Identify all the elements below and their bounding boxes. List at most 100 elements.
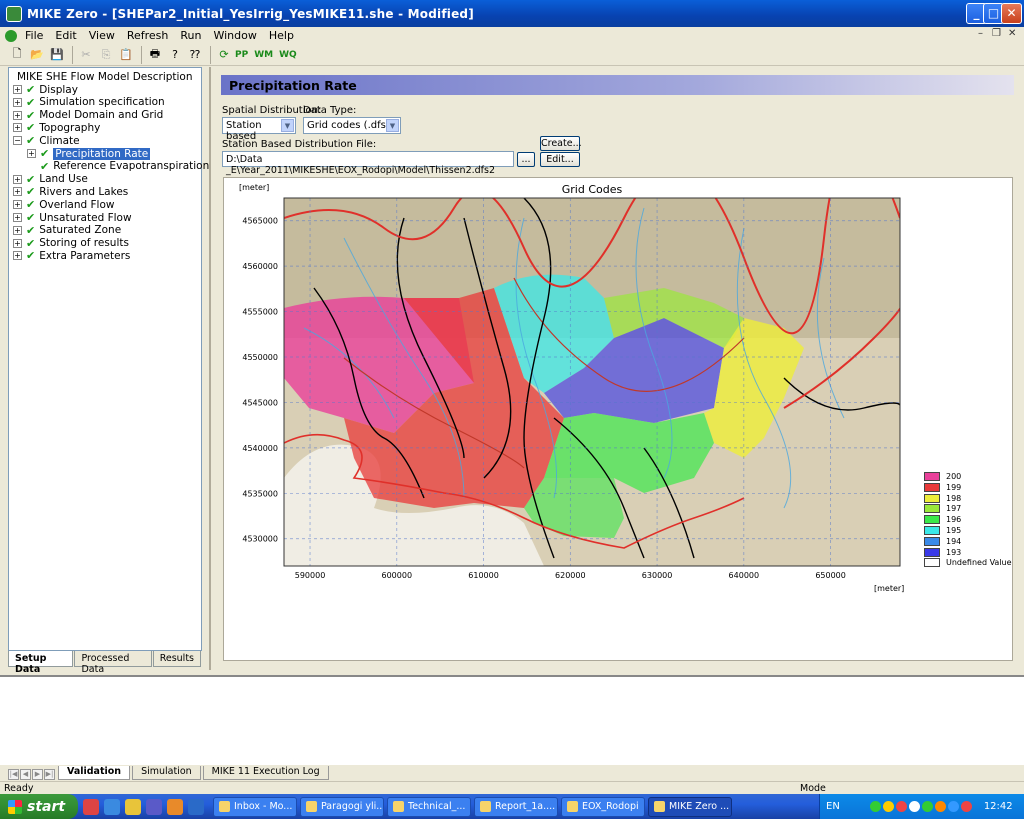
expand-icon[interactable]: + (13, 213, 22, 222)
tree-item[interactable]: + ✔ Topography (13, 121, 100, 134)
context-help-icon[interactable]: ⁇ (186, 46, 204, 64)
tree-item[interactable]: + ✔ Extra Parameters (13, 249, 130, 262)
y-tick-label: 4550000 (242, 353, 278, 362)
tab-validation[interactable]: Validation (58, 766, 131, 780)
expand-icon[interactable]: + (13, 225, 22, 235)
expand-icon[interactable]: + (13, 123, 22, 133)
y-tick-label: 4555000 (242, 308, 278, 317)
close-button[interactable]: ✕ (1001, 3, 1022, 24)
expand-icon[interactable]: + (13, 187, 22, 197)
tree-root[interactable]: MIKE SHE Flow Model Description (17, 70, 193, 83)
document-icon[interactable] (5, 29, 17, 42)
taskbar-button[interactable]: Report_1a.... (474, 796, 558, 817)
chart-legend: 200 199 198 197 196 195 194 193 Undefined Value (924, 472, 1014, 572)
tab-processed-data[interactable]: Processed Data (74, 651, 152, 675)
spatial-distribution-select[interactable]: Station based ▼ (222, 117, 296, 142)
tree-item[interactable]: + ✔ Storing of results (13, 237, 129, 250)
expand-icon[interactable]: + (13, 85, 22, 94)
ie-icon[interactable] (104, 798, 120, 815)
menu-view[interactable]: View (83, 29, 121, 42)
expand-icon[interactable]: + (13, 251, 22, 261)
taskbar-button[interactable]: Paragogi yli... (300, 796, 384, 817)
tab-mike11-log[interactable]: MIKE 11 Execution Log (202, 766, 329, 780)
mdi-close-icon[interactable]: ✕ (1008, 28, 1016, 39)
tray-icon[interactable] (921, 801, 933, 812)
tree-item[interactable]: + ✔ Display (13, 83, 78, 96)
last-tab-icon[interactable]: ▶| (44, 769, 55, 780)
status-ready: Ready (4, 783, 34, 794)
first-tab-icon[interactable]: |◀ (8, 769, 19, 780)
taskbar-button[interactable]: EOX_Rodopi (561, 796, 645, 817)
tree-item[interactable]: + ✔ Land Use (13, 173, 88, 186)
expand-icon[interactable]: + (13, 174, 22, 184)
language-indicator[interactable]: EN (826, 801, 840, 812)
create-button[interactable]: Create... (540, 136, 582, 151)
paste-icon[interactable]: 📋 (117, 46, 135, 64)
window-titlebar[interactable]: MIKE Zero - [SHEPar2_Initial_YesIrrig_Ye… (0, 0, 1024, 27)
wm-button[interactable]: WM (254, 50, 273, 60)
collapse-icon[interactable]: − (13, 136, 22, 146)
menu-window[interactable]: Window (207, 29, 262, 42)
tray-icon[interactable] (869, 801, 881, 812)
new-file-icon[interactable]: 🗋 (8, 46, 26, 64)
expand-icon[interactable]: + (13, 200, 22, 210)
start-button[interactable]: start (0, 794, 78, 819)
tray-icon[interactable] (895, 801, 907, 812)
tree-item[interactable]: + ✔ Unsaturated Flow (13, 211, 132, 224)
save-icon[interactable]: 💾 (48, 46, 66, 64)
chevron-down-icon[interactable]: ▼ (281, 119, 294, 132)
next-tab-icon[interactable]: ▶ (32, 769, 43, 780)
expand-icon[interactable]: + (13, 238, 22, 248)
menu-help[interactable]: Help (263, 29, 300, 42)
print-icon[interactable]: 🖶 (146, 46, 164, 64)
quicklaunch-icon[interactable] (125, 798, 141, 815)
tree-item[interactable]: + ✔ Overland Flow (13, 198, 114, 211)
taskbar-button[interactable]: MIKE Zero ... (648, 796, 732, 817)
tree-item[interactable]: + ✔ Rivers and Lakes (13, 185, 128, 198)
mdi-restore-icon[interactable]: ❐ (992, 28, 1001, 39)
tray-icon[interactable] (960, 801, 972, 812)
browse-button[interactable]: ... (517, 152, 535, 167)
cut-icon[interactable]: ✂ (77, 46, 95, 64)
tab-setup-data[interactable]: Setup Data (8, 651, 74, 675)
quicklaunch-icon[interactable] (188, 798, 204, 815)
mdi-minimize-icon[interactable]: – (978, 28, 983, 39)
prev-tab-icon[interactable]: ◀ (20, 769, 31, 780)
taskbar-button[interactable]: Technical_... (387, 796, 471, 817)
tab-results[interactable]: Results (152, 651, 201, 667)
firefox-icon[interactable] (167, 798, 183, 815)
distribution-file-input[interactable]: D:\Data _E\Year_2011\MIKESHE\EOX_Rodopi\… (222, 151, 514, 176)
tree-item[interactable]: + ✔ Saturated Zone (13, 224, 121, 237)
pp-button[interactable]: PP (235, 50, 248, 60)
tree-item[interactable]: ✔ Reference Evapotranspiration (27, 160, 209, 173)
menu-run[interactable]: Run (174, 29, 207, 42)
menu-file[interactable]: File (19, 29, 49, 42)
volume-icon[interactable] (908, 801, 920, 812)
expand-icon[interactable]: + (13, 97, 22, 107)
data-type-select[interactable]: Grid codes (.dfs2) ▼ (303, 117, 401, 134)
expand-icon[interactable]: + (13, 110, 22, 120)
legend-label: 197 (946, 504, 962, 514)
tree-item[interactable]: + ✔ Precipitation Rate (27, 147, 151, 160)
tree-item[interactable]: + ✔ Simulation specification (13, 96, 165, 109)
taskbar: start Inbox - Mo... Paragogi yli... Techni… (0, 794, 1024, 819)
menu-refresh[interactable]: Refresh (121, 29, 175, 42)
tree-item[interactable]: − ✔ Climate (13, 134, 80, 147)
tray-icon[interactable] (947, 801, 959, 812)
tray-icon[interactable] (882, 801, 894, 812)
copy-icon[interactable]: ⎘ (97, 46, 115, 64)
taskbar-button[interactable]: Inbox - Mo... (213, 796, 297, 817)
refresh-icon[interactable]: ⟳ (215, 46, 233, 64)
edit-button[interactable]: Edit... (540, 152, 580, 167)
chevron-down-icon[interactable]: ▼ (386, 119, 399, 132)
tab-simulation[interactable]: Simulation (132, 766, 201, 780)
quicklaunch-icon[interactable] (83, 798, 99, 815)
wq-button[interactable]: WQ (279, 50, 297, 60)
open-folder-icon[interactable]: 📂 (28, 46, 46, 64)
menu-edit[interactable]: Edit (49, 29, 82, 42)
help-icon[interactable]: ? (166, 46, 184, 64)
tray-icon[interactable] (934, 801, 946, 812)
tree-item[interactable]: + ✔ Model Domain and Grid (13, 109, 163, 122)
quicklaunch-icon[interactable] (146, 798, 162, 815)
expand-icon[interactable]: + (27, 149, 36, 158)
